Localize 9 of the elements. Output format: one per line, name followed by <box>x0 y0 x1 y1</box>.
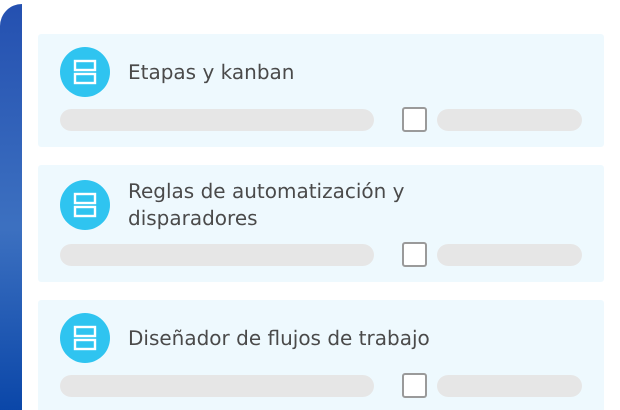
rows-icon <box>60 180 110 230</box>
checkbox[interactable] <box>402 107 427 132</box>
checkbox[interactable] <box>402 242 427 267</box>
feature-title: Diseñador de flujos de trabajo <box>128 324 431 352</box>
checkbox[interactable] <box>402 373 427 398</box>
rows-icon <box>60 313 110 363</box>
rows-icon <box>60 47 110 97</box>
feature-title: Etapas y kanban <box>128 58 296 86</box>
feature-title: Reglas de automatización y disparadores <box>128 178 406 232</box>
